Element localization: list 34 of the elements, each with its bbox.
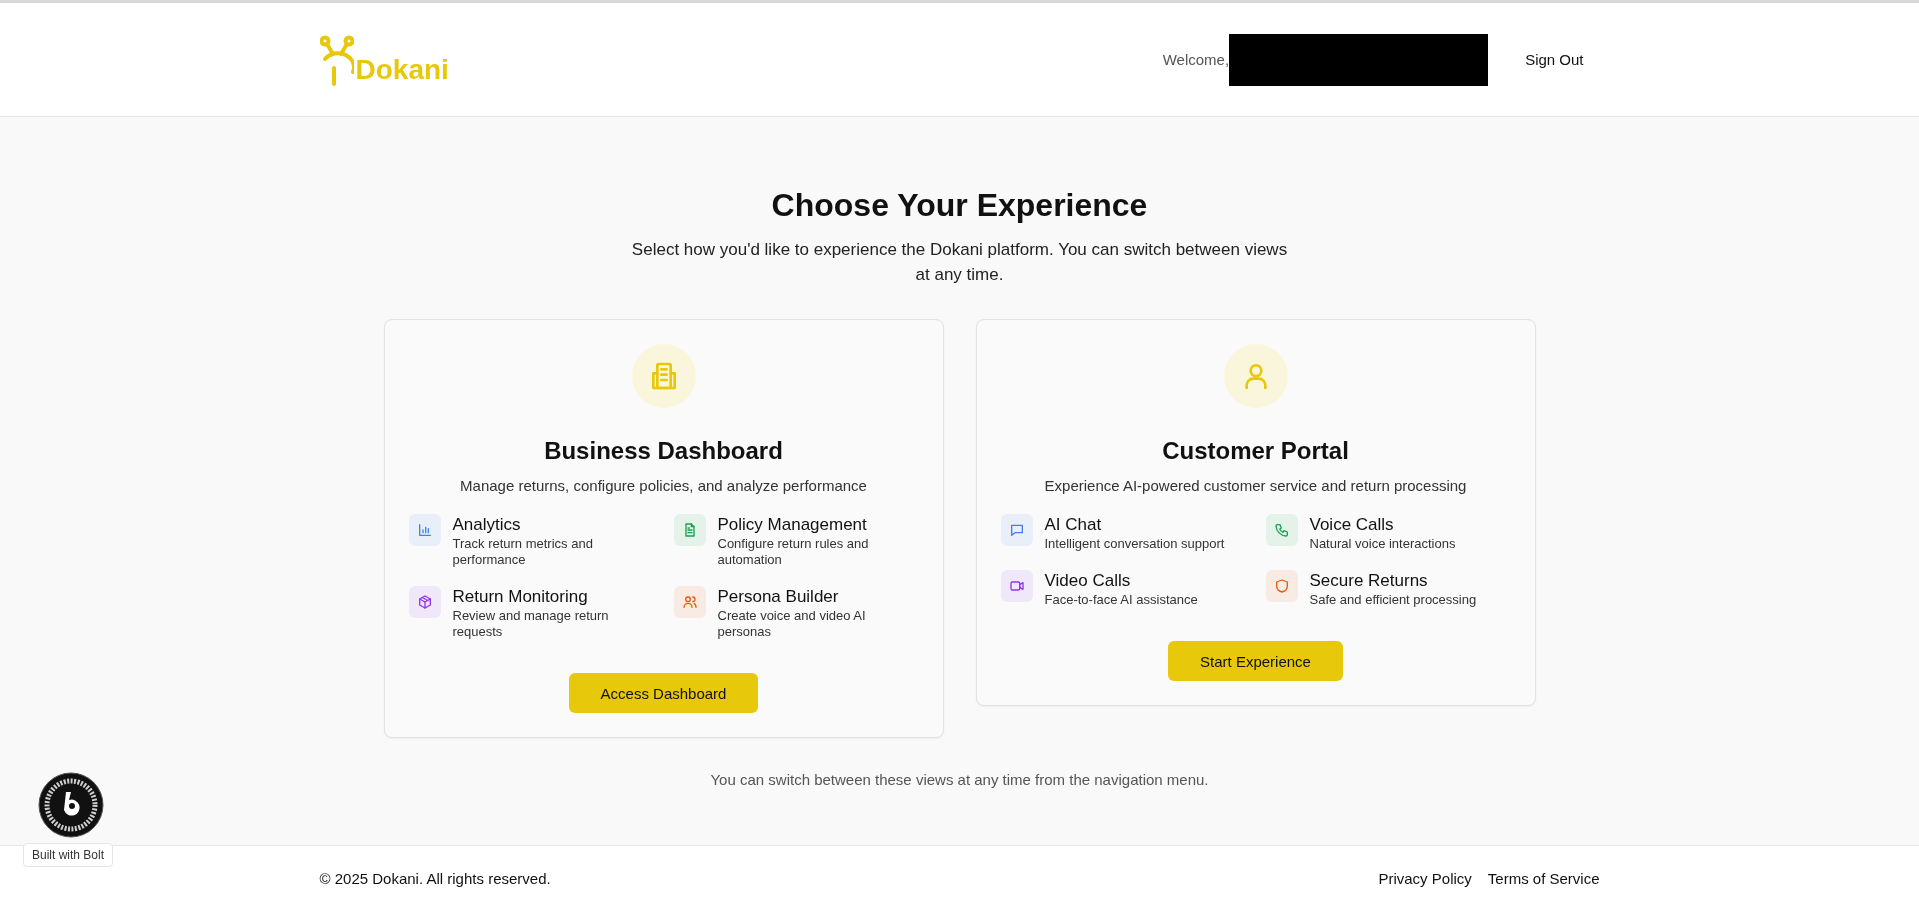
feature-description: Intelligent conversation support xyxy=(1044,536,1225,552)
feature-description: Safe and efficient processing xyxy=(1309,592,1477,608)
card-title: Business Dashboard xyxy=(544,436,783,466)
bolt-badge[interactable] xyxy=(38,772,104,838)
copyright-text: © 2025 Dokani. All rights reserved. xyxy=(319,869,551,887)
page-title: Choose Your Experience xyxy=(771,186,1148,225)
card-title: Customer Portal xyxy=(1162,436,1349,466)
feature-title: Policy Management xyxy=(717,514,868,536)
feature-title: AI Chat xyxy=(1044,514,1103,536)
feature-description: Create voice and video AI personas xyxy=(717,608,867,640)
footer-link[interactable]: Privacy Policy xyxy=(1378,869,1472,887)
feature-title: Analytics xyxy=(452,514,522,536)
feature-title: Voice Calls xyxy=(1309,514,1395,536)
card-button[interactable]: Access Dashboard xyxy=(568,673,759,713)
feature-description: Face-to-face AI assistance xyxy=(1044,592,1198,608)
card-button[interactable]: Start Experience xyxy=(1168,641,1343,681)
feature-title: Video Calls xyxy=(1044,570,1132,592)
switch-note: You can switch between these views at any time from the navigation menu. xyxy=(710,771,1209,788)
feature-description: Configure return rules and automation xyxy=(717,536,870,568)
footer-link[interactable]: Terms of Service xyxy=(1487,869,1600,887)
logo-text: Dokani xyxy=(355,55,449,84)
feature-description: Review and manage return requests xyxy=(452,608,610,640)
feature-description: Track return metrics and performance xyxy=(452,536,594,568)
page-subtitle: Select how you'd like to experience the Dokani platform. You can switch between views at any time. xyxy=(630,239,1289,286)
logo-icon xyxy=(319,33,354,88)
card-description: Experience AI-powered customer service and return processing xyxy=(1044,477,1467,494)
feature-description: Natural voice interactions xyxy=(1309,536,1456,552)
feature-title: Secure Returns xyxy=(1309,570,1429,592)
feature-title: Return Monitoring xyxy=(452,586,589,608)
welcome-text: Welcome, xyxy=(1162,51,1230,68)
card-description: Manage returns, configure policies, and analyze performance xyxy=(460,477,867,494)
feature-title: Persona Builder xyxy=(717,586,840,608)
built-with-bolt-label[interactable]: Built with Bolt xyxy=(23,843,114,867)
sign-out-button[interactable]: Sign Out xyxy=(1509,43,1600,76)
